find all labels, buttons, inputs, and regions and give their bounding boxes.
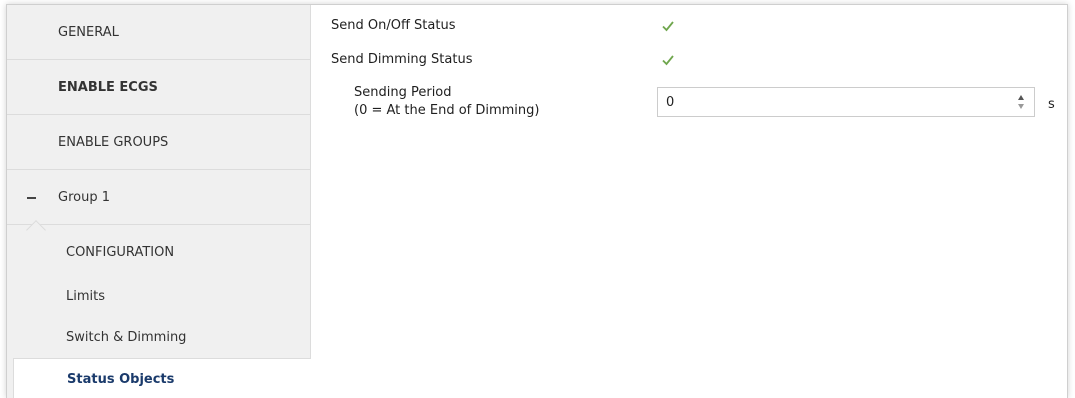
sidebar-item-enable-ecgs[interactable]: ENABLE ECGS xyxy=(7,60,311,115)
sidebar-item-group-1[interactable]: Group 1 xyxy=(7,170,311,240)
sending-period-stepper[interactable] xyxy=(657,87,1035,117)
unit-label: s xyxy=(1048,97,1055,112)
sending-period-label: Sending Period xyxy=(354,85,452,100)
minus-icon[interactable] xyxy=(27,197,36,199)
sending-period-input[interactable] xyxy=(666,88,996,116)
arrow-up-icon[interactable] xyxy=(1018,95,1024,100)
send-onoff-label: Send On/Off Status xyxy=(331,18,456,33)
sidebar-item-general[interactable]: GENERAL xyxy=(7,5,311,60)
arrow-down-icon[interactable] xyxy=(1018,104,1024,109)
sidebar-item-label: Switch & Dimming xyxy=(66,329,187,345)
sidebar-item-label: CONFIGURATION xyxy=(66,244,175,260)
app-window: GENERAL ENABLE ECGS ENABLE GROUPS Group … xyxy=(6,4,1068,398)
sidebar-item-enable-groups[interactable]: ENABLE GROUPS xyxy=(7,115,311,170)
sidebar-item-label: Status Objects xyxy=(67,371,175,387)
sidebar-item-status-objects[interactable]: Status Objects xyxy=(13,358,311,398)
spin-buttons[interactable] xyxy=(1018,93,1026,111)
check-icon[interactable] xyxy=(661,19,675,33)
sidebar-item-switch-dimming[interactable]: Switch & Dimming xyxy=(7,318,311,356)
check-icon[interactable] xyxy=(661,53,675,67)
sidebar-item-label: GENERAL xyxy=(58,24,119,40)
sidebar-item-label: Limits xyxy=(66,288,105,304)
sidebar-item-configuration[interactable]: CONFIGURATION xyxy=(7,233,311,271)
sidebar-item-label: Group 1 xyxy=(58,189,110,205)
send-dimming-label: Send Dimming Status xyxy=(331,52,473,67)
sending-period-hint: (0 = At the End of Dimming) xyxy=(354,103,540,118)
main-panel: Send On/Off Status Send Dimming Status S… xyxy=(311,5,1067,398)
sidebar-item-label: ENABLE GROUPS xyxy=(58,134,169,150)
sidebar-item-limits[interactable]: Limits xyxy=(7,277,311,315)
sidebar: GENERAL ENABLE ECGS ENABLE GROUPS Group … xyxy=(7,5,311,398)
sidebar-item-label: ENABLE ECGS xyxy=(58,79,158,95)
